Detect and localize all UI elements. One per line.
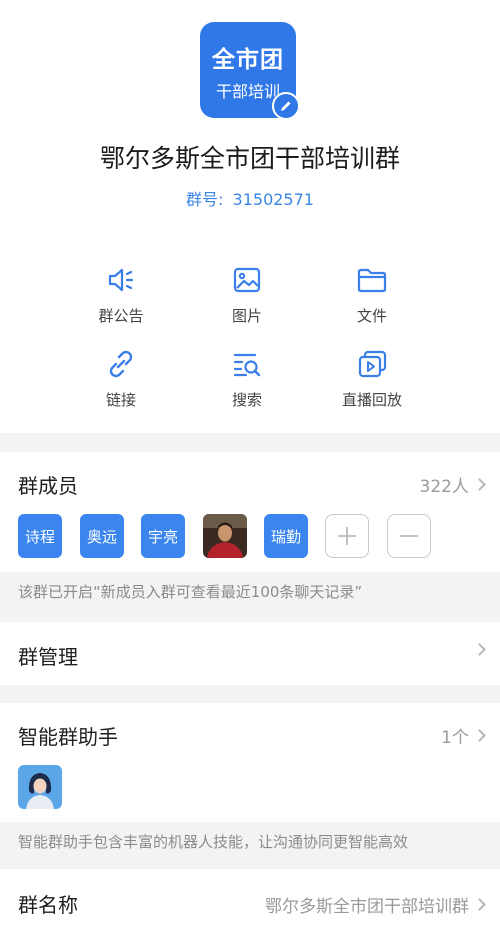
minus-icon [400,535,418,537]
edit-avatar-button[interactable] [272,92,300,120]
announcement-button[interactable]: 群公告 [61,263,181,326]
group-id: 群号: 31502571 [0,186,500,210]
links-label: 链接 [105,391,136,409]
assistant-section: 智能群助手 1个 [0,703,500,822]
search-label: 搜索 [231,391,262,409]
members-title: 群成员 [18,474,78,498]
plus-icon [338,527,356,545]
pencil-icon [281,101,291,111]
member-avatar[interactable]: 瑞勤 [264,514,308,558]
members-count: 322人 [419,477,469,497]
group-avatar-line1: 全市团 [212,47,284,73]
person-photo-icon [203,514,247,558]
group-management-row[interactable]: 群管理 [0,622,500,685]
files-button[interactable]: 文件 [312,263,432,326]
group-name-row-value: 鄂尔多斯全市团干部培训群 [265,897,469,917]
live-replay-icon [358,350,387,378]
member-avatar[interactable]: 宇亮 [141,514,185,558]
chevron-right-icon [473,643,486,656]
assistant-count: 1个 [441,728,469,748]
add-member-button[interactable] [325,514,369,558]
files-label: 文件 [356,307,387,325]
assistant-avatar-icon [18,765,62,809]
members-count-link[interactable]: 322人 [419,472,486,497]
group-id-label: 群号: [186,190,224,209]
remove-member-button[interactable] [387,514,431,558]
assistant-hint: 智能群助手包含丰富的机器人技能，让沟通协同更智能高效 [18,833,409,851]
group-id-value: 31502571 [232,190,314,209]
members-hint: 该群已开启“新成员入群可查看最近100条聊天记录” [18,583,363,601]
announcement-label: 群公告 [98,307,144,325]
group-name: 鄂尔多斯全市团干部培训群 [99,144,400,173]
group-management-title: 群管理 [18,645,78,669]
member-avatar[interactable]: 奥远 [80,514,124,558]
chevron-right-icon [473,898,486,911]
image-icon [233,267,261,293]
live-replay-label: 直播回放 [341,391,402,409]
images-label: 图片 [231,307,262,325]
assistant-title: 智能群助手 [18,725,118,749]
member-photo-avatar[interactable] [203,514,247,558]
group-name-row-title: 群名称 [18,893,78,917]
live-replay-button[interactable]: 直播回放 [312,347,432,410]
search-button[interactable]: 搜索 [187,347,307,410]
folder-icon [357,268,387,293]
links-button[interactable]: 链接 [61,347,181,410]
chevron-right-icon [473,729,486,742]
images-button[interactable]: 图片 [187,263,307,326]
search-list-icon [233,353,261,377]
link-icon [109,350,133,378]
group-header: 全市团 干部培训 鄂尔多斯全市团干部培训群 群号: 31502571 群公告 图… [0,0,500,433]
announcement-icon [108,268,134,292]
assistant-avatar[interactable] [18,765,62,809]
member-avatar[interactable]: 诗程 [18,514,62,558]
assistant-count-link[interactable]: 1个 [441,723,486,748]
chevron-right-icon [473,478,486,491]
group-name-row[interactable]: 群名称 鄂尔多斯全市团干部培训群 [0,869,500,949]
